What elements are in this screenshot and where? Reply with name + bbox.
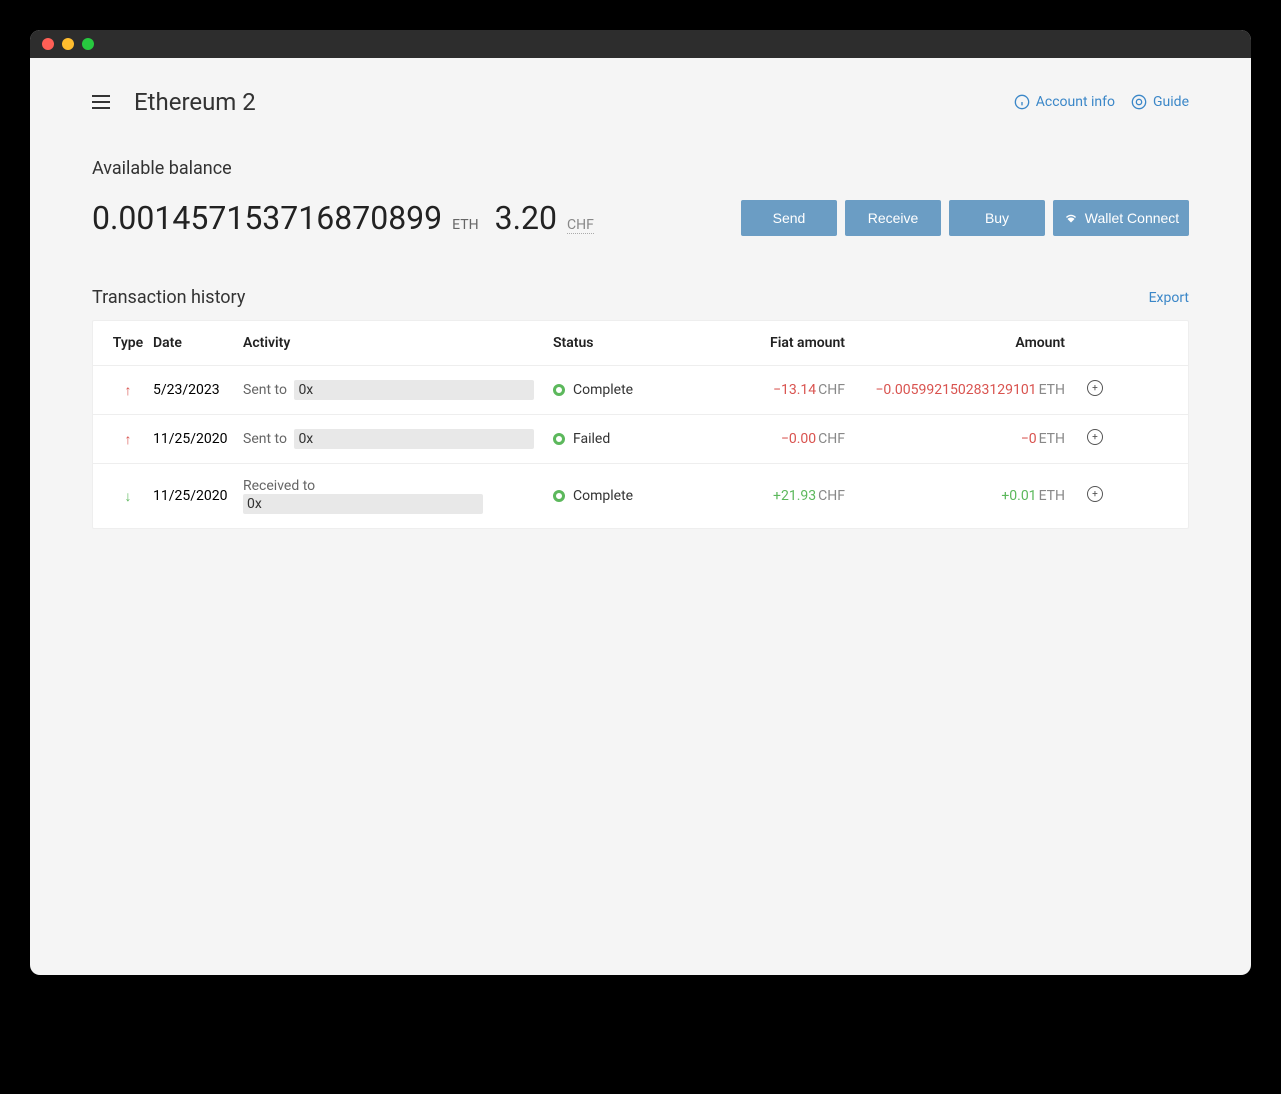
table-row: ↑ 11/25/2020 Sent to 0x Failed −0.00CHF … [93,415,1188,464]
history-title: Transaction history [92,287,245,308]
status-dot-icon [553,490,565,502]
balance-ticker: ETH [452,217,478,233]
activity-label: Received to [243,478,315,494]
content-area: Ethereum 2 Account info Guide Available … [30,58,1251,559]
direction-icon: ↑ [103,431,153,448]
status-text: Complete [573,382,633,398]
status-text: Failed [573,431,610,447]
balance-amount: 0.001457153716870899 [92,199,442,237]
account-info-link[interactable]: Account info [1014,94,1115,110]
address-pill[interactable]: 0x [294,429,534,449]
app-window: Ethereum 2 Account info Guide Available … [30,30,1251,975]
detail-icon[interactable] [1087,429,1103,445]
balance-fiat-ticker[interactable]: CHF [567,217,594,234]
detail-icon[interactable] [1087,486,1103,502]
tx-amount: +0.01ETH [853,488,1073,504]
header-row: Ethereum 2 Account info Guide [92,88,1189,116]
tx-status: Failed [553,431,703,447]
account-info-label: Account info [1036,94,1115,110]
col-date: Date [153,335,243,351]
detail-icon[interactable] [1087,380,1103,396]
tx-amount: −0ETH [853,431,1073,447]
col-amount: Amount [853,335,1073,351]
address-pill[interactable]: 0x [294,380,534,400]
table-row: ↓ 11/25/2020 Received to 0x Complete +21… [93,464,1188,528]
transaction-table: Type Date Activity Status Fiat amount Am… [92,320,1189,529]
window-maximize-icon[interactable] [82,38,94,50]
tx-amount: −0.005992150283129101ETH [853,382,1073,398]
col-type: Type [103,335,153,351]
tx-fiat: −0.00CHF [703,431,853,447]
action-buttons: Send Receive Buy Wallet Connect [741,200,1189,236]
balance-values: 0.001457153716870899 ETH 3.20 CHF [92,199,594,237]
tx-status: Complete [553,488,703,504]
info-icon [1014,94,1030,110]
wallet-connect-icon [1063,213,1079,223]
balance-fiat: 3.20 [495,199,557,237]
direction-icon: ↑ [103,382,153,399]
direction-icon: ↓ [103,488,153,505]
export-link[interactable]: Export [1149,290,1189,306]
tx-date: 11/25/2020 [153,431,243,447]
balance-section: Available balance 0.001457153716870899 E… [92,158,1189,237]
status-dot-icon [553,433,565,445]
status-dot-icon [553,384,565,396]
window-titlebar [30,30,1251,58]
guide-icon [1131,94,1147,110]
guide-label: Guide [1153,94,1189,110]
col-activity: Activity [243,335,553,351]
wallet-connect-label: Wallet Connect [1085,210,1179,226]
wallet-connect-button[interactable]: Wallet Connect [1053,200,1189,236]
tx-activity: Received to 0x [243,478,553,514]
page-title: Ethereum 2 [134,88,256,116]
menu-icon[interactable] [92,95,110,109]
buy-button[interactable]: Buy [949,200,1045,236]
activity-label: Sent to [243,431,287,447]
window-minimize-icon[interactable] [62,38,74,50]
tx-status: Complete [553,382,703,398]
tx-fiat: +21.93CHF [703,488,853,504]
address-pill[interactable]: 0x [243,494,483,514]
tx-date: 5/23/2023 [153,382,243,398]
history-header: Transaction history Export [92,287,1189,308]
tx-activity: Sent to 0x [243,429,553,449]
guide-link[interactable]: Guide [1131,94,1189,110]
receive-button[interactable]: Receive [845,200,941,236]
table-header-row: Type Date Activity Status Fiat amount Am… [93,321,1188,366]
table-row: ↑ 5/23/2023 Sent to 0x Complete −13.14CH… [93,366,1188,415]
col-fiat: Fiat amount [703,335,853,351]
tx-activity: Sent to 0x [243,380,553,400]
status-text: Complete [573,488,633,504]
balance-label: Available balance [92,158,1189,179]
tx-date: 11/25/2020 [153,488,243,504]
activity-label: Sent to [243,382,287,398]
send-button[interactable]: Send [741,200,837,236]
tx-fiat: −13.14CHF [703,382,853,398]
window-close-icon[interactable] [42,38,54,50]
col-status: Status [553,335,703,351]
